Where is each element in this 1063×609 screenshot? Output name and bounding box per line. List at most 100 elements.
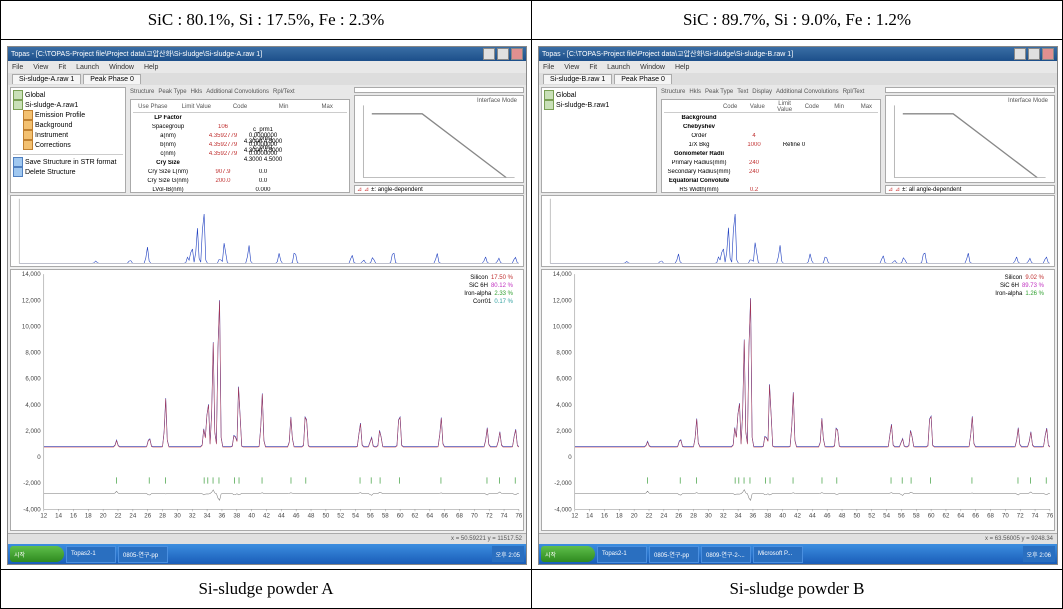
document-tab-1[interactable]: Peak Phase 0 [614,74,672,84]
param-value[interactable]: 200.0 [203,178,243,184]
tree-item[interactable]: Emission Profile [13,110,123,120]
param-row[interactable]: LVol-IB(nm)0.000 [133,185,347,193]
document-tab-0[interactable]: Si-sludge-B.raw 1 [543,74,612,84]
param-value[interactable]: 0.2 [734,187,774,193]
menu-item-file[interactable]: File [543,64,554,71]
param-tab[interactable]: Structure [130,89,154,95]
param-value[interactable]: 1000 [734,142,774,148]
param-value[interactable]: 4.3592779 [203,133,243,139]
param-tab[interactable]: Hkls [191,89,203,95]
tree-item[interactable]: Si-sludge-B.raw1 [544,100,654,110]
menu-item-window[interactable]: Window [640,64,665,71]
comparison-table: SiC : 80.1%, Si : 17.5%, Fe : 2.3% SiC :… [0,0,1063,609]
param-row[interactable]: Cry Size G(nm)200.00.0 [133,176,347,185]
param-row[interactable]: Cry Size L(nm)907.90.0 [133,167,347,176]
taskbar-item[interactable]: 0805-연구-pp [118,546,168,563]
param-tab[interactable]: Peak Type [705,89,733,95]
document-tab-1[interactable]: Peak Phase 0 [83,74,141,84]
overview-chart[interactable] [10,195,524,267]
svg-text:62: 62 [943,512,950,519]
start-button[interactable]: 시작 [10,546,64,562]
titlebar[interactable]: Topas - [C:\TOPAS-Project file\Project d… [8,47,526,61]
taskbar-item[interactable]: 0809-연구-2-... [701,546,751,563]
minimize-button[interactable] [1014,48,1026,60]
param-tab[interactable]: Structure [661,89,685,95]
param-row[interactable]: 1/X Bkg1000Refine 0 [664,140,878,149]
param-table[interactable]: Use PhaseLimit ValueCodeMinMaxLP FactorS… [130,99,350,193]
maximize-button[interactable] [1028,48,1040,60]
tree-item[interactable]: Global [544,90,654,100]
param-row[interactable]: Spacegroup106 [133,122,347,131]
svg-text:72: 72 [1017,512,1024,519]
param-value[interactable]: 907.9 [203,169,243,175]
main-chart[interactable]: 14,00012,00010,0008,0006,0004,0002,0000-… [541,269,1055,531]
param-tab[interactable]: Hkls [689,89,701,95]
close-button[interactable] [1042,48,1054,60]
main-chart[interactable]: 14,00012,00010,0008,0006,0004,0002,0000-… [10,269,524,531]
menu-item-view[interactable]: View [564,64,579,71]
menu-item-launch[interactable]: Launch [607,64,630,71]
param-tab[interactable]: Text [737,89,748,95]
tree-item[interactable]: Corrections [13,140,123,150]
param-value[interactable]: 4.3592779 [203,151,243,157]
svg-text:0: 0 [568,454,572,461]
titlebar[interactable]: Topas - [C:\TOPAS-Project file\Project d… [539,47,1057,61]
project-tree[interactable]: GlobalSi-sludge-B.raw1 [541,87,657,193]
param-label: Equatorial Convolute [664,178,734,184]
menu-item-fit[interactable]: Fit [589,64,597,71]
menu-item-view[interactable]: View [33,64,48,71]
document-tab-0[interactable]: Si-sludge-A.raw 1 [12,74,81,84]
param-row[interactable]: Order4 [664,131,878,140]
taskbar-item[interactable]: Microsoft P... [753,546,803,563]
menu-item-file[interactable]: File [12,64,23,71]
menu-item-help[interactable]: Help [675,64,689,71]
param-row[interactable]: Secondary Radius(mm)240 [664,167,878,176]
param-row[interactable]: Background [664,113,878,122]
param-row[interactable]: Chebyshev [664,122,878,131]
param-row[interactable]: a(nm)4.3592779c_prm1 0.0000000 4.3000 4.… [133,131,347,140]
param-tab[interactable]: Rpl/Text [273,89,295,95]
param-value[interactable]: 240 [734,160,774,166]
menu-item-window[interactable]: Window [109,64,134,71]
tree-item[interactable]: Global [13,90,123,100]
project-tree[interactable]: GlobalSi-sludge-A.raw1Emission ProfileBa… [10,87,126,193]
overview-chart[interactable] [541,195,1055,267]
param-row[interactable]: c(nm)4.3592779c_prm1 0.0000000 4.3000 4.… [133,149,347,158]
param-value[interactable]: 240 [734,169,774,175]
minimize-button[interactable] [483,48,495,60]
system-tray[interactable]: 오후 2:05 [492,546,524,562]
param-tab[interactable]: Additional Convolutions [206,89,269,95]
param-tab[interactable]: Rpl/Text [843,89,865,95]
param-tab[interactable]: Peak Type [158,89,186,95]
start-button[interactable]: 시작 [541,546,595,562]
param-row[interactable]: b(nm)4.3592779c_prm1 0.0000000 4.3000 4.… [133,140,347,149]
windows-taskbar[interactable]: 시작Topas2-10805-연구-pp0809-연구-2-...Microso… [539,544,1057,564]
menu-item-help[interactable]: Help [144,64,158,71]
tree-item[interactable]: Background [13,120,123,130]
param-value[interactable]: 4 [734,133,774,139]
param-tab[interactable]: Display [752,89,772,95]
system-tray[interactable]: 오후 2:06 [1023,546,1055,562]
taskbar-item[interactable]: 0805-연구-pp [649,546,699,563]
param-value[interactable]: 4.3592779 [203,142,243,148]
interface-mode-panel[interactable]: Interface Mode [354,95,524,183]
param-row[interactable]: Goniometer Radii [664,149,878,158]
param-row[interactable]: LP Factor [133,113,347,122]
windows-taskbar[interactable]: 시작Topas2-10805-연구-pp 오후 2:05 [8,544,526,564]
param-row[interactable]: Equatorial Convolute [664,176,878,185]
param-row[interactable]: Primary Radius(mm)240 [664,158,878,167]
tree-item[interactable]: Instrument [13,130,123,140]
param-value[interactable]: 106 [203,124,243,130]
maximize-button[interactable] [497,48,509,60]
menu-item-launch[interactable]: Launch [76,64,99,71]
tree-item[interactable]: Si-sludge-A.raw1 [13,100,123,110]
menu-item-fit[interactable]: Fit [58,64,66,71]
taskbar-item[interactable]: Topas2-1 [66,546,116,563]
close-button[interactable] [511,48,523,60]
param-row[interactable]: RS Width(mm)0.2 [664,185,878,193]
param-tab[interactable]: Additional Convolutions [776,89,839,95]
interface-mode-panel[interactable]: Interface Mode [885,95,1055,183]
param-row[interactable]: Cry Size [133,158,347,167]
taskbar-item[interactable]: Topas2-1 [597,546,647,563]
param-table[interactable]: CodeValueLimit ValueCodeMinMaxBackground… [661,99,881,193]
